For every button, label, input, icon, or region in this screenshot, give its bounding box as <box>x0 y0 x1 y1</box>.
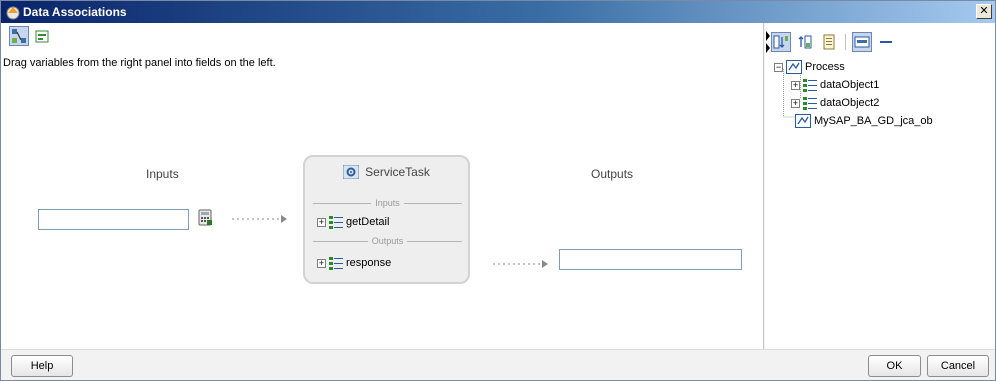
show-detail-button[interactable] <box>852 32 872 52</box>
tree-item-label: dataObject2 <box>820 97 880 109</box>
close-button[interactable]: ✕ <box>976 4 992 19</box>
inputs-separator-label: Inputs <box>375 198 400 208</box>
sort-icon <box>773 35 788 49</box>
toolbar-separator <box>845 34 846 50</box>
task-input-arg[interactable]: + getDetail <box>317 215 389 229</box>
input-mapping-field[interactable] <box>38 209 189 230</box>
tree-item-dataobject1[interactable]: + dataObject1 <box>791 77 879 93</box>
expand-icon[interactable]: + <box>317 258 326 268</box>
dialog-footer: Help OK Cancel <box>1 349 995 380</box>
tree-item-dataobject2[interactable]: + dataObject2 <box>791 95 879 111</box>
tree-item-process[interactable]: − Process <box>774 59 845 75</box>
properties-icon <box>823 34 835 50</box>
mapping-toolbar <box>9 26 52 48</box>
process-icon <box>786 60 802 74</box>
instruction-text: Drag variables from the right panel into… <box>3 57 276 69</box>
input-flow-arrow <box>232 215 287 223</box>
sort-reverse-icon <box>798 35 812 49</box>
tree-item-label: MySAP_BA_GD_jca_ob <box>814 115 933 127</box>
expand-icon[interactable]: + <box>791 98 800 108</box>
input-arg-label: getDetail <box>346 216 390 228</box>
output-arg-label: response <box>346 257 392 269</box>
collapse-panel-button[interactable] <box>876 32 896 52</box>
outputs-separator: Outputs <box>313 235 462 247</box>
service-task-node: ServiceTask Inputs + getDetail Outputs +… <box>303 155 470 284</box>
inputs-separator: Inputs <box>313 197 462 209</box>
detail-view-icon <box>854 36 870 48</box>
minimize-icon <box>880 41 892 43</box>
task-header: ServiceTask <box>305 165 468 179</box>
service-task-icon <box>343 165 360 179</box>
task-name: ServiceTask <box>365 165 430 179</box>
panel-splitter-handle[interactable] <box>766 31 770 53</box>
sort-ascending-button[interactable] <box>771 32 791 52</box>
graphical-mapping-button[interactable] <box>9 26 29 46</box>
process-icon <box>795 114 811 128</box>
properties-button[interactable] <box>819 32 839 52</box>
mapping-view-icon <box>12 29 26 43</box>
output-mapping-field[interactable] <box>559 249 742 270</box>
expand-icon[interactable]: + <box>317 217 326 227</box>
data-object-icon <box>329 257 343 270</box>
help-button[interactable]: Help <box>11 355 73 377</box>
sort-descending-button[interactable] <box>795 32 815 52</box>
variables-toolbar <box>771 31 896 53</box>
output-flow-arrow <box>493 260 548 268</box>
tree-item-mysap-ba-gd-jca-ob[interactable]: MySAP_BA_GD_jca_ob <box>795 113 933 129</box>
collapse-icon[interactable]: − <box>774 62 783 72</box>
expand-icon[interactable]: + <box>791 80 800 90</box>
task-output-arg[interactable]: + response <box>317 256 391 270</box>
title-bar[interactable]: Data Associations ✕ <box>1 1 995 23</box>
expression-mapping-button[interactable] <box>32 26 52 46</box>
data-object-icon <box>803 79 817 92</box>
data-associations-dialog: Data Associations ✕ Drag variables from … <box>0 0 996 381</box>
data-object-icon <box>329 216 343 229</box>
mapping-panel: Drag variables from the right panel into… <box>1 23 764 349</box>
outputs-separator-label: Outputs <box>371 236 404 246</box>
tree-item-label: Process <box>805 61 845 73</box>
app-icon <box>6 6 20 20</box>
inputs-label: Inputs <box>146 167 179 181</box>
window-title: Data Associations <box>23 5 127 19</box>
expression-view-icon <box>35 30 49 43</box>
outputs-label: Outputs <box>591 167 634 181</box>
ok-button[interactable]: OK <box>868 355 921 377</box>
data-object-icon <box>803 97 817 110</box>
tree-item-label: dataObject1 <box>820 79 880 91</box>
expression-builder-icon[interactable] <box>197 209 215 227</box>
cancel-button[interactable]: Cancel <box>927 355 989 377</box>
